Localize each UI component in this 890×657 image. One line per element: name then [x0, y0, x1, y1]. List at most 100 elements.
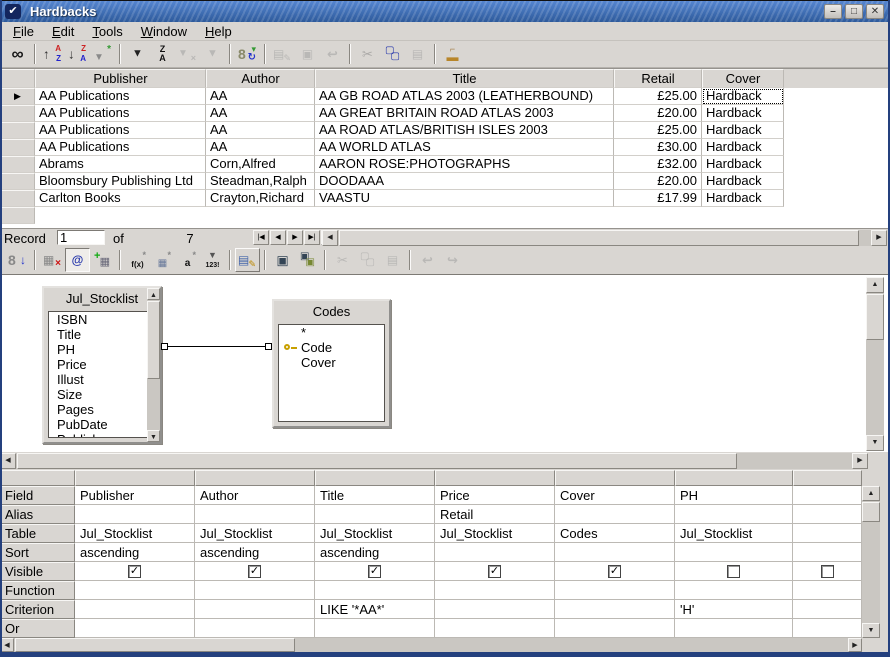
data-cell[interactable]: Hardback	[702, 122, 784, 139]
design-cell-sort-2[interactable]: ascending	[195, 543, 315, 562]
checkbox-unchecked[interactable]	[727, 565, 740, 578]
design-cell-or-4[interactable]	[435, 619, 555, 638]
data-cell[interactable]: DOODAAA	[315, 173, 614, 190]
design-cell-visible-2[interactable]: ✓	[195, 562, 315, 581]
scrollbar-thumb[interactable]	[147, 301, 160, 379]
data-cell[interactable]: Bloomsbury Publishing Ltd	[35, 173, 206, 190]
last-record-button[interactable]: ▶|	[304, 230, 320, 245]
design-cell-function-1[interactable]	[75, 581, 195, 600]
design-cell-function-2[interactable]	[195, 581, 315, 600]
field-item-cover[interactable]: Cover	[279, 355, 384, 370]
checkbox-unchecked[interactable]	[821, 565, 834, 578]
design-cell-field-4[interactable]: Price	[435, 486, 555, 505]
design-cell-sort-1[interactable]: ascending	[75, 543, 195, 562]
data-cell[interactable]: AA WORLD ATLAS	[315, 139, 614, 156]
design-cell-or-3[interactable]	[315, 619, 435, 638]
row-header[interactable]	[0, 122, 35, 139]
field-item-publisher[interactable]: Publisher	[49, 432, 155, 438]
menu-edit[interactable]: Edit	[43, 23, 83, 40]
design-cell-field-3[interactable]: Title	[315, 486, 435, 505]
design-cell-criterion-2[interactable]	[195, 600, 315, 619]
data-cell[interactable]: AARON ROSE:PHOTOGRAPHS	[315, 156, 614, 173]
field-item-code[interactable]: Code	[279, 340, 384, 355]
design-cell-field-6[interactable]: PH	[675, 486, 793, 505]
functions-icon[interactable]: *f(x)	[125, 248, 150, 272]
data-cell[interactable]: AA GREAT BRITAIN ROAD ATLAS 2003	[315, 105, 614, 122]
menu-file[interactable]: File	[4, 23, 43, 40]
design-column-header[interactable]	[195, 470, 315, 486]
field-item-title[interactable]: Title	[49, 327, 155, 342]
next-record-button[interactable]: ▶	[287, 230, 303, 245]
sort-ascending-icon[interactable]: ↑AZ	[40, 42, 65, 66]
design-view-icon[interactable]: @	[65, 248, 90, 272]
checkbox-checked[interactable]: ✓	[248, 565, 261, 578]
sort-descending-icon[interactable]: ↓ZA	[65, 42, 90, 66]
row-header-new[interactable]	[0, 207, 35, 224]
scroll-down-icon[interactable]: ▼	[147, 430, 160, 442]
design-column-header[interactable]	[675, 470, 793, 486]
minimize-button[interactable]: –	[824, 4, 842, 19]
standard-filter-icon[interactable]: ▼	[125, 42, 150, 66]
scrollbar-thumb[interactable]	[17, 453, 737, 469]
table-window-title[interactable]: Codes	[274, 301, 389, 323]
scrollbar-thumb[interactable]	[866, 294, 884, 340]
design-cell-alias-3[interactable]	[315, 505, 435, 524]
data-cell[interactable]: AA Publications	[35, 139, 206, 156]
row-header-corner[interactable]	[0, 69, 35, 88]
design-column-header[interactable]	[315, 470, 435, 486]
field-item-size[interactable]: Size	[49, 387, 155, 402]
row-header[interactable]	[0, 156, 35, 173]
save-icon[interactable]: ▣	[270, 248, 295, 272]
design-cell-function-7[interactable]	[793, 581, 862, 600]
design-cell-visible-1[interactable]: ✓	[75, 562, 195, 581]
column-header-author[interactable]: Author	[206, 69, 315, 88]
checkbox-checked[interactable]: ✓	[488, 565, 501, 578]
design-cell-function-6[interactable]	[675, 581, 793, 600]
design-cell-alias-7[interactable]	[793, 505, 862, 524]
data-cell[interactable]: AA	[206, 122, 315, 139]
field-item-pages[interactable]: Pages	[49, 402, 155, 417]
data-cell[interactable]: AA Publications	[35, 88, 206, 105]
design-cell-criterion-6[interactable]: 'H'	[675, 600, 793, 619]
window-frame[interactable]	[0, 0, 2, 657]
scroll-left-icon[interactable]: ◀	[322, 230, 338, 246]
data-cell[interactable]: Carlton Books	[35, 190, 206, 207]
design-column-header[interactable]	[0, 470, 75, 486]
design-cell-sort-4[interactable]	[435, 543, 555, 562]
data-cell[interactable]: Hardback	[702, 173, 784, 190]
add-table-icon[interactable]: ▦+	[90, 248, 115, 272]
edit-icon[interactable]: ▤✎	[235, 248, 260, 272]
design-cell-table-4[interactable]: Jul_Stocklist	[435, 524, 555, 543]
save-as-icon[interactable]: ▣▣	[295, 248, 320, 272]
scroll-down-icon[interactable]: ▼	[866, 435, 884, 451]
alias-icon[interactable]: *a	[175, 248, 200, 272]
scroll-up-icon[interactable]: ▲	[866, 277, 884, 293]
design-cell-criterion-5[interactable]	[555, 600, 675, 619]
row-header[interactable]	[0, 190, 35, 207]
design-cell-visible-3[interactable]: ✓	[315, 562, 435, 581]
design-cell-or-1[interactable]	[75, 619, 195, 638]
data-cell[interactable]: £17.99	[614, 190, 702, 207]
menu-window[interactable]: Window	[132, 23, 196, 40]
design-grid-vertical-scrollbar[interactable]: ▲ ▼	[862, 486, 880, 638]
data-cell[interactable]: Hardback	[702, 139, 784, 156]
scroll-right-icon[interactable]: ▶	[848, 638, 862, 652]
scroll-right-icon[interactable]: ▶	[852, 453, 868, 469]
design-cell-criterion-7[interactable]	[793, 600, 862, 619]
scrollbar-thumb[interactable]	[862, 502, 880, 522]
column-header-publisher[interactable]: Publisher	[35, 69, 206, 88]
design-cell-sort-6[interactable]	[675, 543, 793, 562]
run-query-icon[interactable]: 8↓	[5, 248, 30, 272]
column-header-title[interactable]: Title	[315, 69, 614, 88]
design-cell-or-6[interactable]	[675, 619, 793, 638]
current-record-marker[interactable]: ▶	[0, 88, 35, 105]
design-cell-or-5[interactable]	[555, 619, 675, 638]
field-item-ph[interactable]: PH	[49, 342, 155, 357]
clear-query-icon[interactable]: ▦×	[40, 248, 65, 272]
scroll-left-icon[interactable]: ◀	[0, 453, 16, 469]
scroll-up-icon[interactable]: ▲	[862, 486, 880, 501]
design-column-header[interactable]	[555, 470, 675, 486]
data-cell[interactable]: AA Publications	[35, 105, 206, 122]
table-name-icon[interactable]: *▦	[150, 248, 175, 272]
close-button[interactable]: ✕	[866, 4, 884, 19]
